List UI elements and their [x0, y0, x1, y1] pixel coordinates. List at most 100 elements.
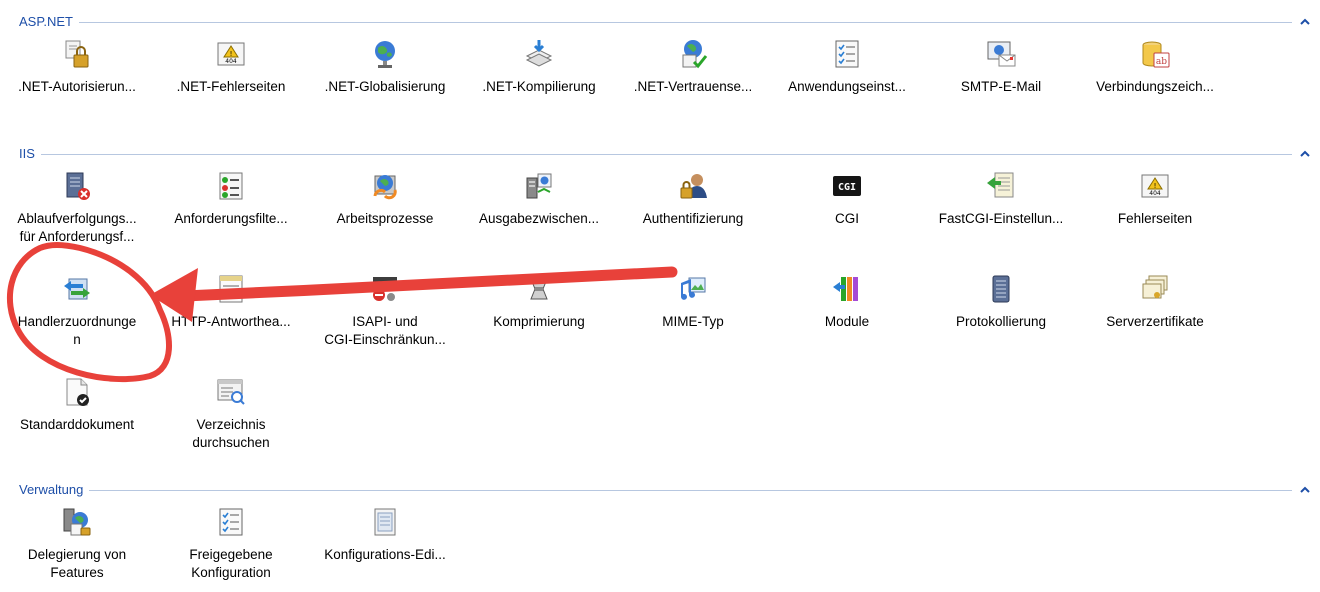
feature-item[interactable]: MIME-Typ [616, 273, 770, 363]
worker-process-icon [369, 170, 401, 202]
chevron-up-icon [1300, 486, 1310, 493]
section-divider [20, 22, 1292, 23]
svg-text:CGI: CGI [838, 182, 856, 193]
svg-text:ab: ab [1156, 57, 1167, 67]
feature-label: Module [824, 314, 870, 329]
default-document-icon [61, 376, 93, 408]
features-view: ASP.NET .NET-Autorisierun...! 404 .NET-Feh… [0, 0, 1320, 592]
directory-browsing-icon [215, 376, 247, 408]
authentication-icon [677, 170, 709, 202]
feature-item[interactable]: Ablaufverfolgungs... für Anforderungsf... [0, 170, 154, 260]
configuration-editor-icon [369, 506, 401, 538]
feature-item[interactable]: Arbeitsprozesse [308, 170, 462, 260]
feature-label: .NET-Vertrauense... [633, 79, 753, 94]
handler-mappings-icon [61, 273, 93, 305]
feature-item[interactable]: Standarddokument [0, 376, 154, 466]
modules-icon [831, 273, 863, 305]
feature-item[interactable]: Komprimierung [462, 273, 616, 363]
feature-item[interactable]: ISAPI- und CGI-Einschränkun... [308, 273, 462, 363]
trust-check-icon [677, 38, 709, 70]
section-divider [20, 490, 1292, 491]
output-cache-icon [523, 170, 555, 202]
feature-item[interactable]: Anforderungsfilte... [154, 170, 308, 260]
feature-item[interactable]: .NET-Vertrauense... [616, 38, 770, 128]
error-404-icon: ! 404 [1139, 170, 1171, 202]
failed-request-tracing-icon [61, 170, 93, 202]
feature-item[interactable]: Serverzertifikate [1078, 273, 1232, 363]
feature-label: Authentifizierung [642, 211, 744, 226]
feature-label: ISAPI- und CGI-Einschränkun... [324, 314, 446, 347]
mime-type-icon [677, 273, 709, 305]
error-404-icon: ! 404 [215, 38, 247, 70]
cgi-icon: CGI [831, 170, 863, 202]
feature-item[interactable]: Authentifizierung [616, 170, 770, 260]
section-title: ASP.NET [19, 14, 79, 30]
feature-label: Freigegebene Konfiguration [189, 547, 273, 580]
fastcgi-icon [985, 170, 1017, 202]
feature-label: Anforderungsfilte... [174, 211, 288, 226]
shared-configuration-icon [215, 506, 247, 538]
feature-item[interactable]: ab Verbindungszeich... [1078, 38, 1232, 128]
feature-label: .NET-Kompilierung [482, 79, 596, 94]
feature-item[interactable]: Konfigurations-Edi... [308, 506, 462, 592]
feature-label: FastCGI-Einstellun... [938, 211, 1064, 226]
feature-label: Konfigurations-Edi... [324, 547, 446, 562]
request-filter-icon [215, 170, 247, 202]
collapse-iis-button[interactable] [1300, 150, 1310, 158]
feature-label: Handlerzuordnunge n [17, 314, 137, 347]
globe-icon [369, 38, 401, 70]
feature-item[interactable]: Handlerzuordnunge n [0, 273, 154, 363]
email-icon [985, 38, 1017, 70]
feature-item[interactable]: HTTP-Antworthea... [154, 273, 308, 363]
feature-item[interactable]: CGI CGI [770, 170, 924, 260]
feature-item[interactable]: ! 404 .NET-Fehlerseiten [154, 38, 308, 128]
feature-label: .NET-Globalisierung [324, 79, 446, 94]
section-header-aspnet: ASP.NET [0, 14, 1320, 30]
feature-item[interactable]: SMTP-E-Mail [924, 38, 1078, 128]
database-icon: ab [1139, 38, 1171, 70]
http-headers-icon [215, 273, 247, 305]
section-title: Verwaltung [19, 482, 90, 498]
checklist-icon [831, 38, 863, 70]
svg-text:404: 404 [225, 58, 237, 65]
section-header-iis: IIS [0, 146, 1320, 162]
feature-item[interactable]: FastCGI-Einstellun... [924, 170, 1078, 260]
feature-item[interactable]: .NET-Globalisierung [308, 38, 462, 128]
isapi-restrictions-icon [369, 273, 401, 305]
compression-icon [523, 273, 555, 305]
feature-label: Anwendungseinst... [788, 79, 906, 94]
feature-label: .NET-Fehlerseiten [176, 79, 286, 94]
svg-text:!: ! [1154, 182, 1157, 190]
collapse-aspnet-button[interactable] [1300, 18, 1310, 26]
feature-label: CGI [834, 211, 859, 226]
feature-item[interactable]: .NET-Kompilierung [462, 38, 616, 128]
feature-item[interactable]: Delegierung von Features [0, 506, 154, 592]
feature-item[interactable]: Protokollierung [924, 273, 1078, 363]
section-title: IIS [19, 146, 41, 162]
svg-text:404: 404 [1149, 190, 1161, 197]
feature-label: SMTP-E-Mail [960, 79, 1042, 94]
collapse-verwaltung-button[interactable] [1300, 486, 1310, 494]
feature-label: Serverzertifikate [1106, 314, 1204, 329]
feature-label: MIME-Typ [662, 314, 724, 329]
feature-label: Protokollierung [955, 314, 1047, 329]
feature-item[interactable]: .NET-Autorisierun... [0, 38, 154, 128]
feature-item[interactable]: Module [770, 273, 924, 363]
feature-label: Delegierung von Features [27, 547, 127, 580]
section-divider [20, 154, 1292, 155]
feature-item[interactable]: Anwendungseinst... [770, 38, 924, 128]
compile-stack-icon [523, 38, 555, 70]
feature-item[interactable]: Freigegebene Konfiguration [154, 506, 308, 592]
feature-label: HTTP-Antworthea... [171, 314, 291, 329]
feature-label: Verzeichnis durchsuchen [192, 417, 270, 450]
feature-label: Ablaufverfolgungs... für Anforderungsf... [17, 211, 137, 244]
feature-delegation-icon [61, 506, 93, 538]
feature-label: Verbindungszeich... [1096, 79, 1214, 94]
feature-item[interactable]: Ausgabezwischen... [462, 170, 616, 260]
svg-text:!: ! [230, 50, 233, 58]
feature-item[interactable]: Verzeichnis durchsuchen [154, 376, 308, 466]
feature-label: Fehlerseiten [1117, 211, 1193, 226]
feature-label: Standarddokument [19, 417, 135, 432]
feature-label: .NET-Autorisierun... [18, 79, 136, 94]
feature-item[interactable]: ! 404 Fehlerseiten [1078, 170, 1232, 260]
